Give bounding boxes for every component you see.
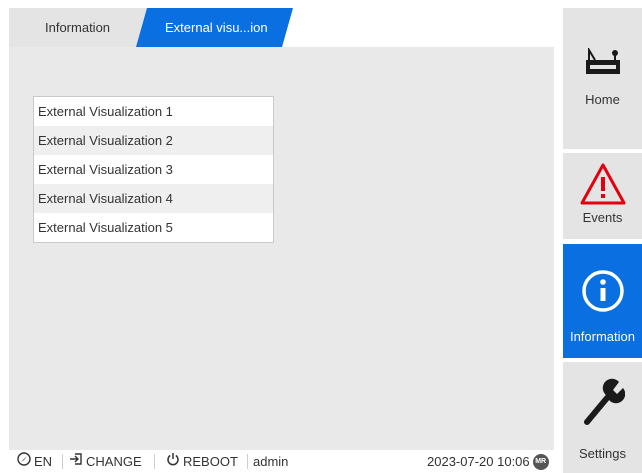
sidebar-information-label: Information	[569, 329, 636, 344]
mr-logo-icon: MR	[532, 453, 549, 470]
sidebar-events[interactable]: Events	[563, 153, 642, 239]
datetime-display: 2023-07-20 10:06 MR	[427, 450, 549, 473]
divider	[154, 454, 155, 469]
change-label: CHANGE	[86, 454, 142, 469]
list-item[interactable]: External Visualization 4	[34, 184, 273, 213]
language-selector[interactable]: EN	[17, 450, 52, 473]
visualization-list: External Visualization 1 External Visual…	[33, 96, 274, 243]
divider	[247, 454, 248, 469]
power-icon	[166, 450, 180, 473]
sidebar-settings-label: Settings	[579, 446, 626, 461]
sidebar-settings[interactable]: Settings	[563, 362, 642, 473]
divider	[62, 454, 63, 469]
status-bar: EN CHANGE REBOOT admin 2023-07-20 10:06 …	[9, 450, 554, 473]
language-icon	[17, 450, 31, 473]
list-item[interactable]: External Visualization 1	[34, 97, 273, 126]
transformer-icon	[563, 48, 642, 76]
login-icon	[69, 450, 83, 473]
language-label: EN	[34, 454, 53, 469]
datetime-label: 2023-07-20 10:06	[427, 454, 530, 469]
tab-information[interactable]: Information	[9, 8, 147, 47]
wrench-icon	[563, 378, 642, 426]
change-button[interactable]: CHANGE	[69, 450, 142, 473]
user-name: admin	[253, 454, 289, 469]
sidebar-home-label: Home	[585, 92, 620, 107]
reboot-label: REBOOT	[183, 454, 238, 469]
list-item[interactable]: External Visualization 3	[34, 155, 273, 184]
list-item[interactable]: External Visualization 2	[34, 126, 273, 155]
sidebar-home[interactable]: Home	[563, 8, 642, 149]
sidebar-events-label: Events	[582, 210, 623, 225]
main-panel: Information External visu...ion External…	[9, 8, 554, 450]
warning-icon	[563, 162, 642, 206]
reboot-button[interactable]: REBOOT	[166, 450, 238, 473]
tab-external-visualization[interactable]: External visu...ion	[136, 8, 293, 47]
sidebar-information[interactable]: Information	[563, 244, 642, 358]
info-icon	[563, 269, 642, 313]
list-item[interactable]: External Visualization 5	[34, 213, 273, 242]
tab-bar: Information External visu...ion	[9, 8, 554, 47]
